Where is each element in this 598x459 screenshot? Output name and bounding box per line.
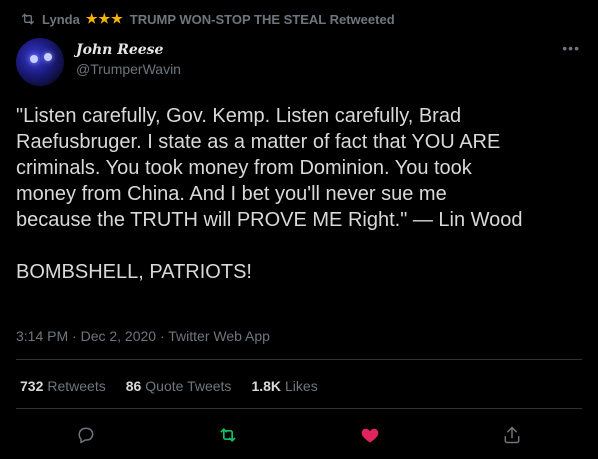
retweet-icon xyxy=(22,13,34,25)
tweet-timestamp[interactable]: 3:14 PM · Dec 2, 2020 · Twitter Web App xyxy=(16,328,270,344)
user-handle[interactable]: @TrumperWavin xyxy=(76,61,181,77)
avatar-eye xyxy=(30,55,38,63)
divider xyxy=(16,408,582,409)
reply-button[interactable] xyxy=(71,420,101,450)
reply-icon xyxy=(78,427,94,444)
divider xyxy=(16,359,582,360)
tweet-text: "Listen carefully, Gov. Kemp. Listen car… xyxy=(16,103,586,285)
retweets-stat[interactable]: 732 Retweets xyxy=(20,378,106,394)
star-emojis: ★★★ xyxy=(85,11,124,26)
avatar[interactable] xyxy=(16,38,64,86)
retweet-text: TRUMP WON-STOP THE STEAL Retweeted xyxy=(129,11,395,27)
action-bar xyxy=(0,420,598,450)
share-button[interactable] xyxy=(497,420,527,450)
heart-icon xyxy=(361,428,379,443)
tweet-line: because the TRUTH will PROVE ME Right." … xyxy=(16,209,523,231)
retweet-button[interactable] xyxy=(213,420,243,450)
avatar-eye xyxy=(44,53,52,61)
more-icon[interactable]: ••• xyxy=(562,40,580,56)
quotes-stat[interactable]: 86 Quote Tweets xyxy=(126,378,232,394)
tweet-line: "Listen carefully, Gov. Kemp. Listen car… xyxy=(16,105,462,127)
share-icon xyxy=(504,426,520,444)
display-name[interactable]: John Reese xyxy=(76,42,163,58)
tweet-closing: BOMBSHELL, PATRIOTS! xyxy=(16,261,252,283)
retweet-banner: Lynda ★★★ TRUMP WON-STOP THE STEAL Retwe… xyxy=(20,11,395,27)
tweet-line: Raefusbruger. I state as a matter of fac… xyxy=(16,131,501,153)
retweeter-name[interactable]: Lynda xyxy=(42,12,80,27)
tweet-line: criminals. You took money from Dominion.… xyxy=(16,157,472,179)
likes-stat[interactable]: 1.8K Likes xyxy=(251,378,317,394)
like-button[interactable] xyxy=(355,420,385,450)
retweet-icon xyxy=(220,428,236,442)
engagement-stats: 732 Retweets 86 Quote Tweets 1.8K Likes xyxy=(20,378,318,394)
tweet-line: money from China. And I bet you'll never… xyxy=(16,183,447,205)
